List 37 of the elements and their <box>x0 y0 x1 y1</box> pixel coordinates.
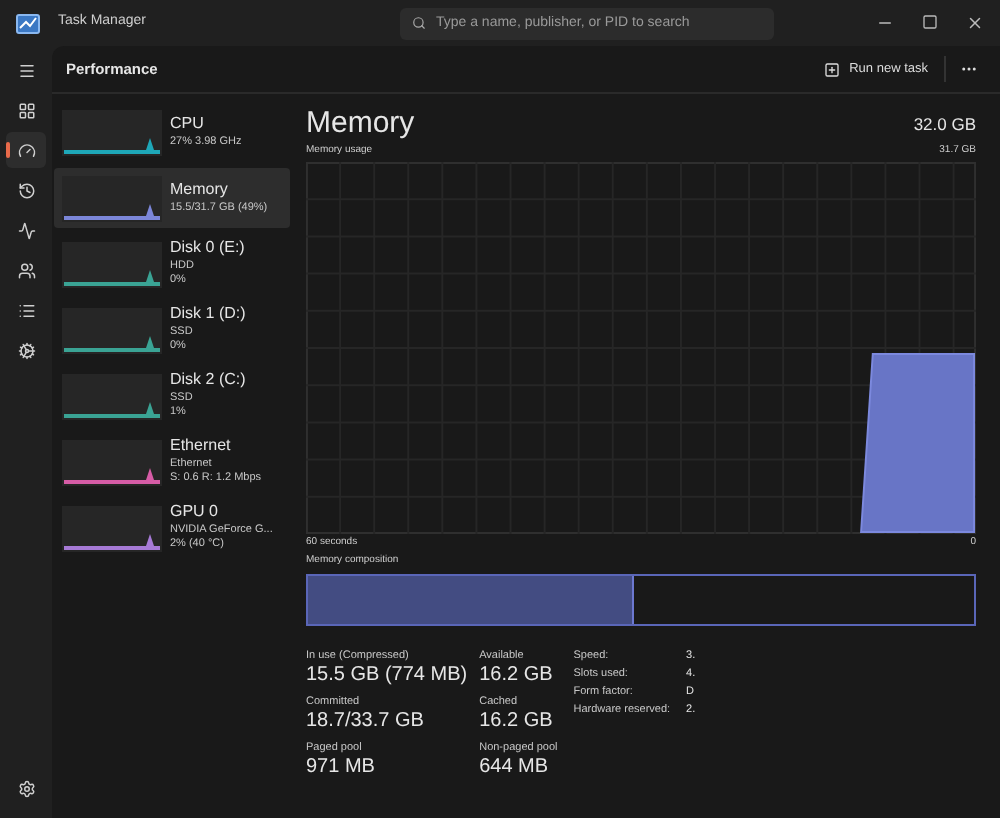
usage-spike <box>146 335 154 347</box>
maximize-button[interactable] <box>922 14 938 30</box>
gauge-icon <box>17 141 35 159</box>
menu-icon <box>17 61 35 79</box>
performance-tab[interactable] <box>6 132 46 168</box>
usage-spike <box>146 269 154 281</box>
pulse-icon <box>17 221 35 239</box>
grid-icon <box>17 101 35 119</box>
usage-spike <box>146 533 154 545</box>
search-icon <box>411 16 426 30</box>
device-name: GPU 0 <box>170 501 221 524</box>
detail-title: Memory <box>306 108 415 138</box>
history-icon <box>17 181 35 199</box>
close-button[interactable] <box>966 14 984 32</box>
total-memory: 32.0 GB <box>913 112 976 138</box>
stat-value: 971 MB <box>306 756 377 781</box>
device-name: Disk 1 (D:) <box>170 303 246 326</box>
usage-spike <box>146 203 154 215</box>
app-icon <box>16 13 40 33</box>
stat-value: 644 MB <box>479 756 551 781</box>
users-icon <box>17 261 35 279</box>
device-name: Ethernet <box>170 435 233 458</box>
stat-value: 16.2 GB <box>479 710 555 734</box>
stat-value: 15.5 GB (774 MB) <box>306 663 468 688</box>
gear-icon <box>17 341 35 359</box>
settings-icon <box>17 779 35 797</box>
usage-spike <box>146 467 154 479</box>
stat-value: 18.7/33.7 GB <box>306 710 426 734</box>
device-name: CPU <box>170 113 206 136</box>
usage-spike <box>146 401 154 413</box>
stat-value: 16.2 GB <box>479 663 555 688</box>
device-name: Disk 2 (C:) <box>170 369 246 392</box>
device-name: Disk 0 (E:) <box>170 237 245 260</box>
plus-square-icon <box>823 61 840 77</box>
list-icon <box>17 301 35 319</box>
device-name: Memory <box>170 179 230 202</box>
usage-spike <box>146 137 154 149</box>
